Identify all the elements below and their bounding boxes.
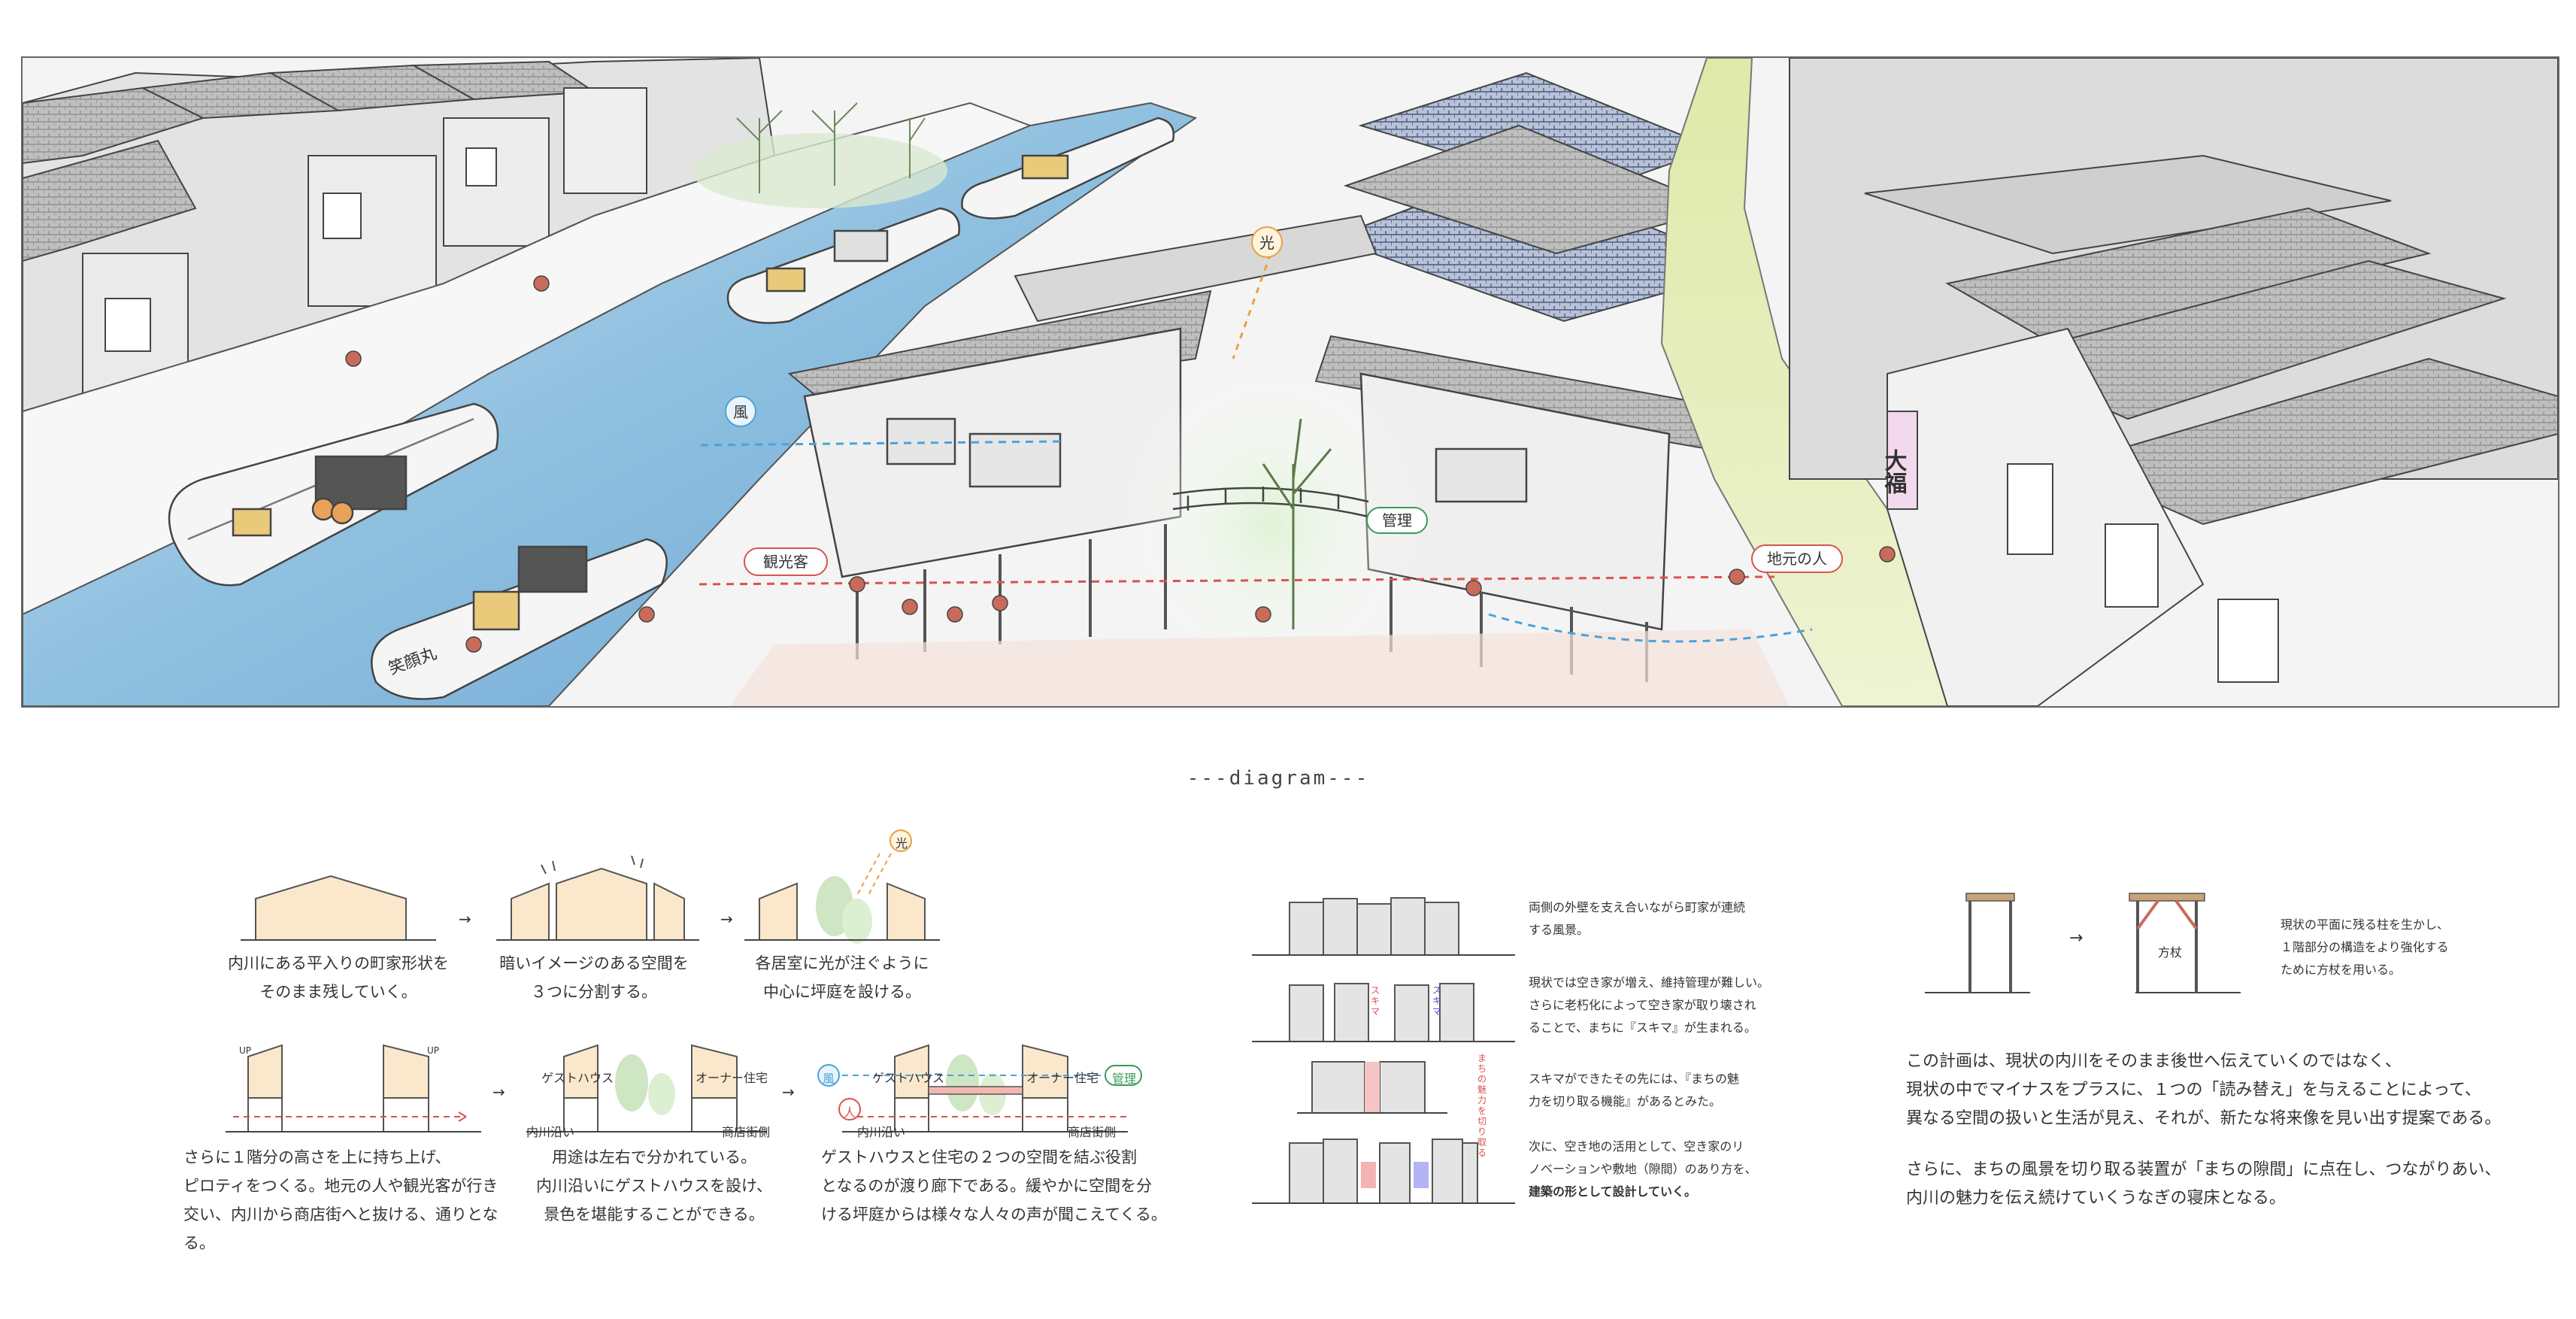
perspective-illustration: 笑顔丸 大福 風 光 観光客 地元の人 管理 bbox=[21, 56, 2559, 708]
step5-shop-side-label: 商店街側 bbox=[722, 1125, 771, 1139]
step6-person-label: 人 bbox=[844, 1105, 856, 1120]
step1-caption: 内川にある平入りの町家形状を そのまま残していく。 bbox=[203, 949, 474, 1006]
summary-line: 異なる空間の扱いと生活が見え、それが、新たな将来像を見い出す提案である。 bbox=[1906, 1109, 2502, 1128]
step6-wind-label: 風 bbox=[823, 1072, 835, 1086]
step2-caption-line: ３つに分割する。 bbox=[531, 983, 657, 1001]
summary-line: この計画は、現状の内川をそのまま後世へ伝えていくのではなく、 bbox=[1906, 1052, 2402, 1071]
step-arrow: → bbox=[459, 910, 471, 928]
townscape-line: 次に、空き地の活用として、空き家のリ bbox=[1529, 1139, 1744, 1154]
step6-caption-line: となるのが渡り廊下である。緩やかに空間を分 bbox=[821, 1177, 1153, 1195]
step5-river-side-label: 内川沿い bbox=[526, 1125, 575, 1139]
frame-text-line: ために方杖を用いる。 bbox=[2281, 963, 2402, 977]
step1-diagram bbox=[241, 875, 436, 941]
step6-guesthouse-label: ゲストハウス bbox=[872, 1071, 945, 1085]
step2-caption-line: 暗いイメージのある空間を bbox=[499, 954, 689, 972]
step4-up-label: UP bbox=[239, 1045, 252, 1056]
frame-text: 現状の平面に残る柱を生かし、 １階部分の構造をより強化する ために方杖を用いる。 bbox=[2281, 914, 2536, 981]
frame-text-line: 現状の平面に残る柱を生かし、 bbox=[2281, 917, 2450, 932]
step4-caption-line: ピロティをつくる。地元の人や観光客が行き bbox=[183, 1177, 499, 1195]
step6-shop-side-label: 商店街側 bbox=[1068, 1125, 1117, 1139]
gap-label: スキマ bbox=[1432, 985, 1442, 1017]
townscape-line: ることで、まちに『スキマ』が生まれる。 bbox=[1529, 1020, 1756, 1035]
step4-caption-line: 交い、内川から商店街へと抜ける、通りとなる。 bbox=[183, 1205, 499, 1252]
frame-arrow: → bbox=[2069, 929, 2084, 948]
townscape-text-2: 現状では空き家が増え、維持管理が難しい。 さらに老朽化によって空き家が取り壊され… bbox=[1529, 972, 1777, 1039]
diagram-title: ---diagram--- bbox=[1186, 767, 1370, 790]
townscape-text-3: スキマができたその先には、『まちの魅 力を切り取る機能』があるとみた。 bbox=[1529, 1068, 1777, 1113]
local-label: 地元の人 bbox=[1767, 550, 1827, 568]
perspective-svg: 笑顔丸 大福 風 光 観光客 地元の人 管理 bbox=[23, 58, 2558, 706]
summary-line: 現状の中でマイナスをプラスに、１つの「読み替え」を与えることによって、 bbox=[1906, 1081, 2481, 1099]
step6-caption: ゲストハウスと住宅の２つの空間を結ぶ役割 となるのが渡り廊下である。緩やかに空間… bbox=[821, 1143, 1182, 1229]
townscape-line: 現状では空き家が増え、維持管理が難しい。 bbox=[1529, 975, 1770, 990]
townscape-line: スキマができたその先には、『まちの魅 bbox=[1529, 1072, 1740, 1086]
step3-caption-line: 中心に坪庭を設ける。 bbox=[763, 983, 921, 1001]
step2-diagram bbox=[496, 855, 699, 941]
step6-caption-line: ゲストハウスと住宅の２つの空間を結ぶ役割 bbox=[821, 1148, 1137, 1166]
step5-caption-line: 用途は左右で分かれている。 bbox=[551, 1148, 757, 1166]
step3-light-icon: 光 bbox=[896, 836, 908, 851]
gap-label: スキマ bbox=[1371, 985, 1380, 1017]
frame-text-line: １階部分の構造をより強化する bbox=[2281, 940, 2449, 954]
townscape-text-1: 両側の外壁を支え合いながら町家が連続 する風景。 bbox=[1529, 896, 1777, 941]
step3-diagram bbox=[744, 829, 940, 944]
step4-up-label: UP bbox=[427, 1045, 440, 1056]
tourist-label: 観光客 bbox=[763, 553, 808, 571]
step3-caption-line: 各居室に光が注ぐように bbox=[755, 954, 929, 972]
townscape-line: 両側の外壁を支え合いながら町家が連続 bbox=[1529, 900, 1746, 914]
townscape-text-4: 次に、空き地の活用として、空き家のリ ノベーションや敷地（隙間）のあり方を、 建… bbox=[1529, 1136, 1777, 1203]
step4-caption: さらに１階分の高さを上に持ち上げ、 ピロティをつくる。地元の人や観光客が行き 交… bbox=[183, 1143, 529, 1257]
summary-line: さらに、まちの風景を切り取る装置が「まちの隙間」に点在し、つながりあい、 bbox=[1906, 1160, 2502, 1179]
shop-sign: 大福 bbox=[1880, 449, 1908, 494]
management-label: 管理 bbox=[1382, 511, 1412, 529]
townscape-diagrams bbox=[1252, 897, 1515, 1204]
step5-caption: 用途は左右で分かれている。 内川沿いにゲストハウスを設け、 景色を堪能することが… bbox=[511, 1143, 797, 1229]
townscape-line: ノベーションや敷地（隙間）のあり方を、 bbox=[1529, 1162, 1757, 1176]
step6-caption-line: ける坪庭からは様々な人々の声が聞こえてくる。 bbox=[821, 1205, 1167, 1223]
step-arrow: → bbox=[720, 910, 733, 928]
step6-manage-label: 管理 bbox=[1111, 1072, 1136, 1086]
townscape-line: 建築の形として設計していく。 bbox=[1529, 1184, 1697, 1199]
townscape-line: さらに老朽化によって空き家が取り壊され bbox=[1529, 998, 1756, 1012]
cut-label: まちの魅力を切り取る bbox=[1477, 1053, 1487, 1158]
step4-diagram bbox=[226, 1044, 481, 1133]
step-arrow: → bbox=[782, 1083, 795, 1101]
townscape-line: する風景。 bbox=[1529, 923, 1590, 937]
step5-owner-label: オーナー住宅 bbox=[696, 1071, 768, 1085]
step6-owner-label: オーナー住宅 bbox=[1026, 1071, 1099, 1085]
summary-paragraph-1: この計画は、現状の内川をそのまま後世へ伝えていくのではなく、 現状の中でマイナス… bbox=[1906, 1048, 2553, 1133]
brace-label: 方杖 bbox=[2158, 945, 2183, 960]
step5-guesthouse-label: ゲストハウス bbox=[541, 1071, 614, 1085]
step2-caption: 暗いイメージのある空間を ３つに分割する。 bbox=[459, 949, 729, 1006]
step5-caption-line: 内川沿いにゲストハウスを設け、 bbox=[536, 1177, 772, 1195]
summary-paragraph-2: さらに、まちの風景を切り取る装置が「まちの隙間」に点在し、つながりあい、 内川の… bbox=[1906, 1156, 2553, 1213]
step-arrow: → bbox=[492, 1083, 505, 1101]
step6-river-side-label: 内川沿い bbox=[857, 1125, 906, 1139]
townscape-line: 力を切り取る機能』があるとみた。 bbox=[1529, 1094, 1722, 1108]
step1-caption-line: そのまま残していく。 bbox=[259, 983, 417, 1001]
step4-caption-line: さらに１階分の高さを上に持ち上げ、 bbox=[183, 1148, 451, 1166]
step1-caption-line: 内川にある平入りの町家形状を bbox=[228, 954, 449, 972]
step3-caption: 各居室に光が注ぐように 中心に坪庭を設ける。 bbox=[707, 949, 977, 1006]
wind-label: 風 bbox=[733, 403, 748, 421]
light-label: 光 bbox=[1259, 234, 1274, 252]
step5-caption-line: 景色を堪能することができる。 bbox=[544, 1205, 765, 1223]
summary-line: 内川の魅力を伝え続けていくうなぎの寝床となる。 bbox=[1906, 1189, 2286, 1208]
